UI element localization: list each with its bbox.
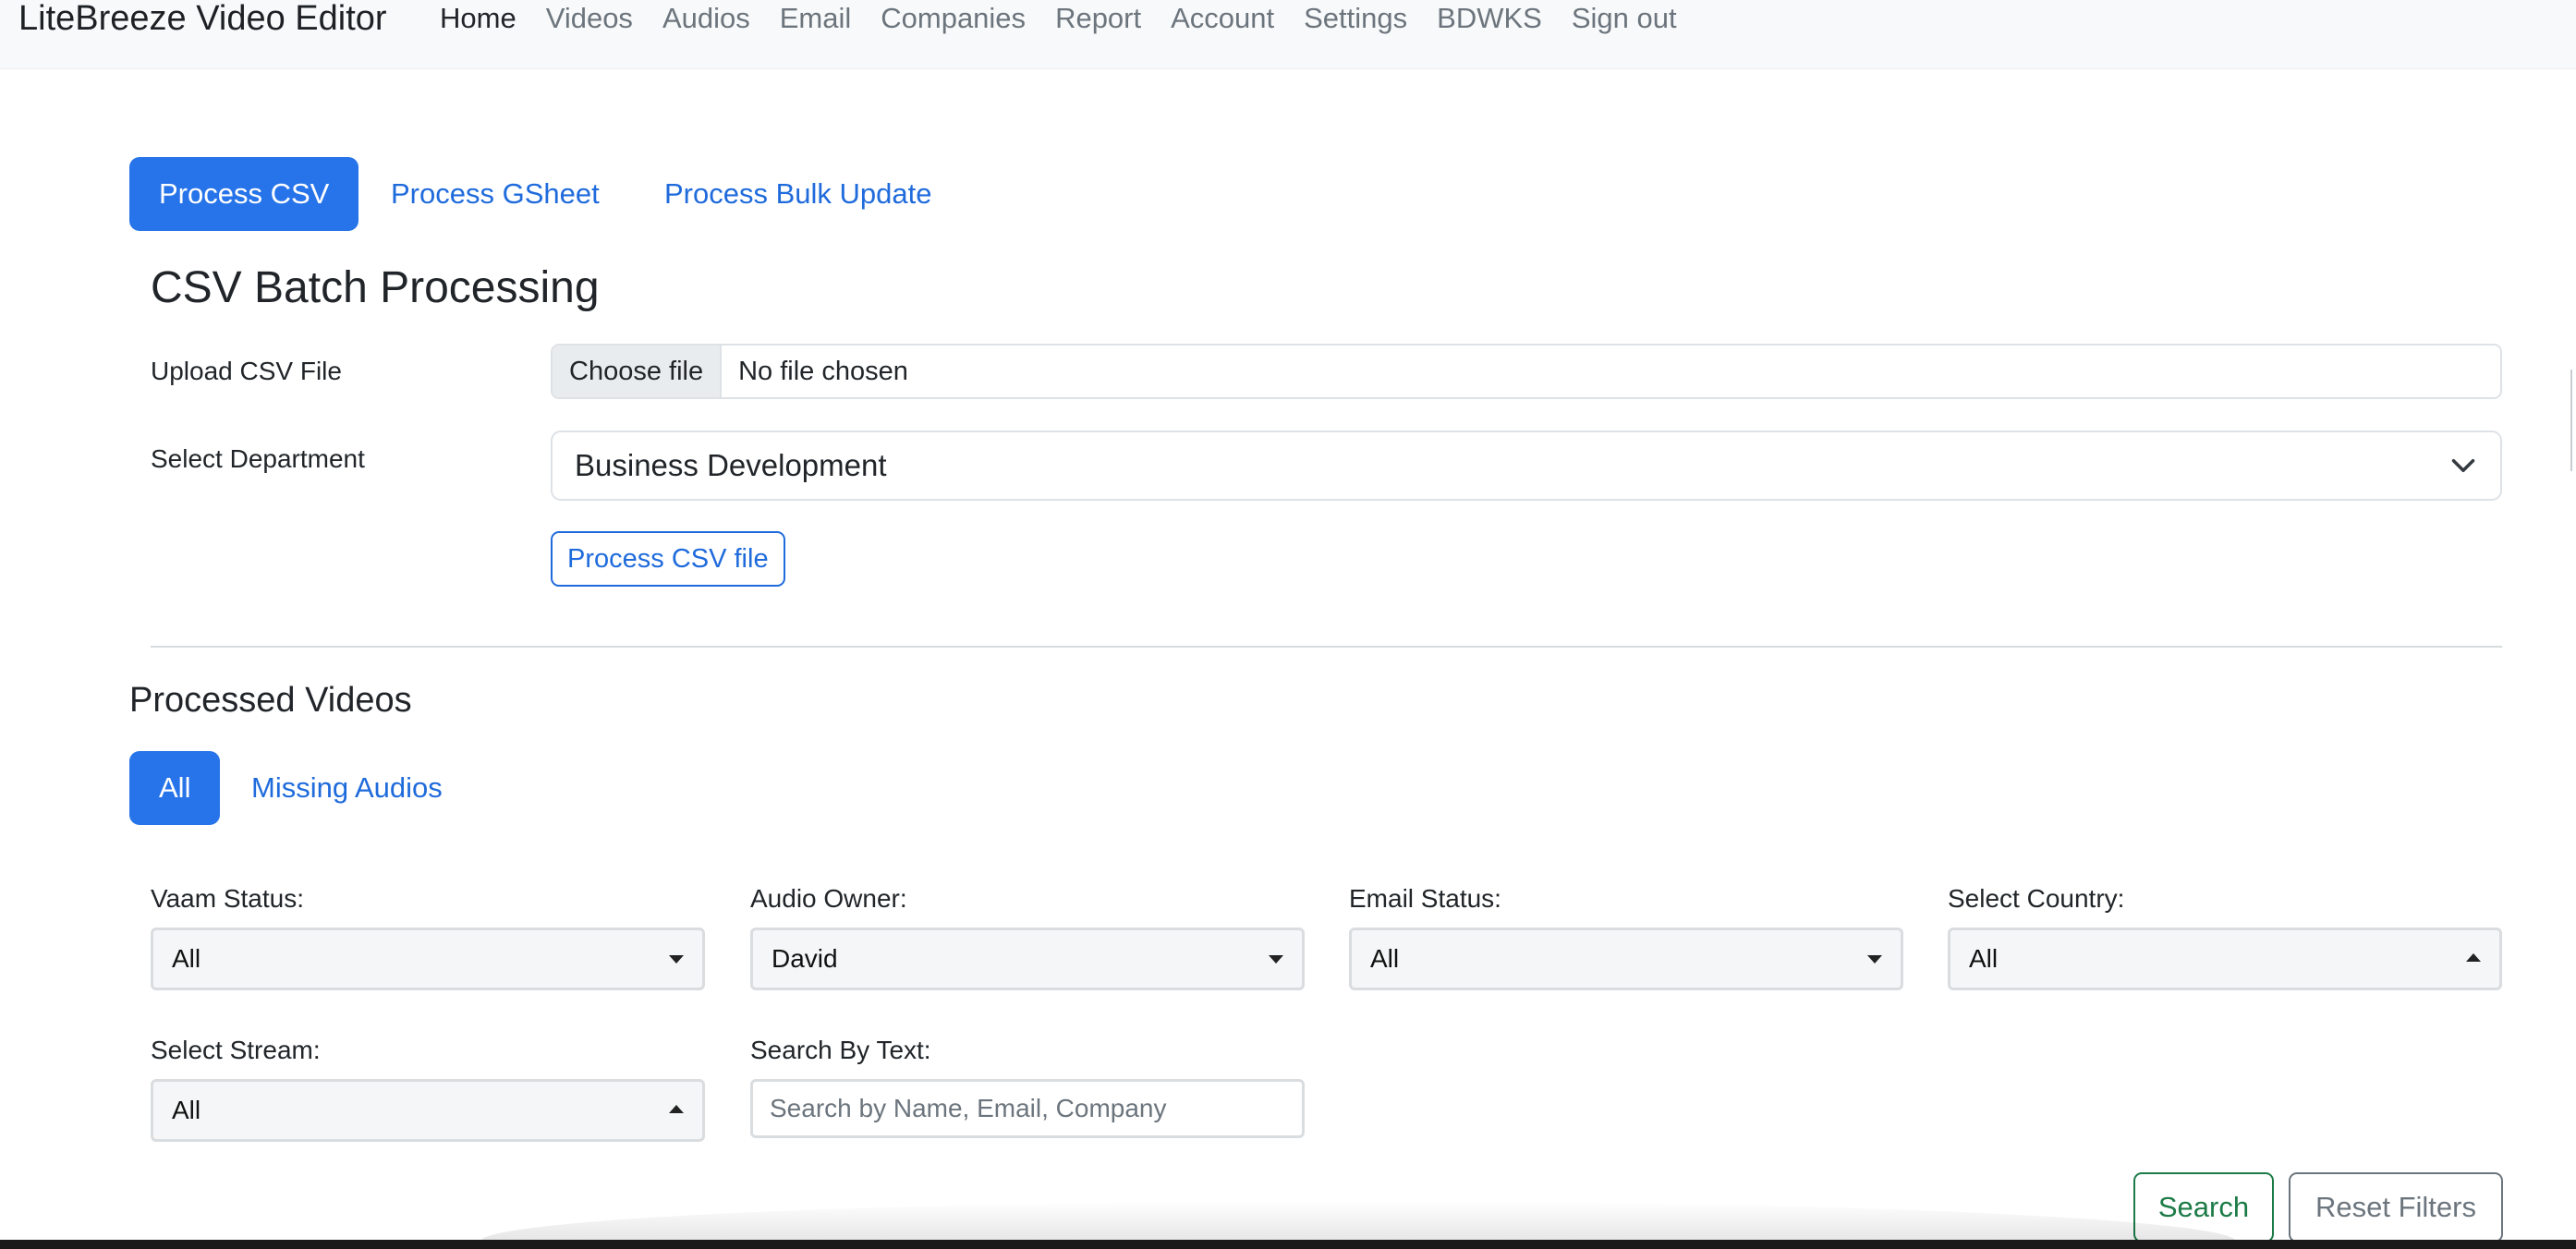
nav-report[interactable]: Report: [1055, 0, 1141, 37]
nav-sign-out[interactable]: Sign out: [1572, 0, 1677, 37]
vaam-status-value: All: [172, 944, 201, 973]
nav-audios[interactable]: Audios: [662, 0, 750, 37]
chevron-down-icon: [2451, 459, 2475, 472]
top-navbar: LiteBreeze Video Editor Home Videos Audi…: [0, 0, 2576, 69]
caret-down-icon: [1269, 955, 1283, 964]
nav-email[interactable]: Email: [780, 0, 852, 37]
nav-bdwks[interactable]: BDWKS: [1437, 0, 1542, 37]
email-status-select[interactable]: All: [1349, 928, 1903, 990]
caret-up-icon: [669, 1105, 684, 1113]
tab-process-gsheet[interactable]: Process GSheet: [391, 157, 600, 231]
csv-file-input[interactable]: Choose file No file chosen: [551, 344, 2502, 399]
audio-owner-select[interactable]: David: [750, 928, 1305, 990]
stream-value: All: [172, 1096, 201, 1124]
search-text-label: Search By Text:: [750, 1036, 931, 1064]
tab-process-bulk-update[interactable]: Process Bulk Update: [664, 157, 931, 231]
email-status-label: Email Status:: [1349, 884, 1501, 913]
vaam-status-select[interactable]: All: [151, 928, 705, 990]
country-select[interactable]: All: [1948, 928, 2502, 990]
audio-owner-label: Audio Owner:: [750, 884, 907, 913]
department-value: Business Development: [575, 448, 887, 482]
country-value: All: [1969, 944, 1999, 973]
nav-account[interactable]: Account: [1171, 0, 1274, 37]
tab-all[interactable]: All: [129, 751, 221, 825]
processed-videos-title: Processed Videos: [129, 681, 412, 720]
nav-videos[interactable]: Videos: [546, 0, 633, 37]
choose-file-button[interactable]: Choose file: [553, 346, 723, 397]
nav-home[interactable]: Home: [440, 0, 516, 37]
caret-up-icon: [2466, 953, 2481, 962]
audio-owner-value: David: [772, 944, 838, 973]
scrollbar-edge[interactable]: [2570, 370, 2576, 471]
tab-process-csv[interactable]: Process CSV: [129, 157, 359, 231]
scroll-shadow: [480, 1201, 2236, 1242]
reset-filters-button[interactable]: Reset Filters: [2289, 1172, 2503, 1243]
caret-down-icon: [1867, 955, 1882, 964]
email-status-value: All: [1370, 944, 1400, 973]
brand-title[interactable]: LiteBreeze Video Editor: [18, 0, 387, 37]
vaam-status-label: Vaam Status:: [151, 884, 305, 913]
nav-links: Home Videos Audios Email Companies Repor…: [440, 0, 1677, 37]
department-select[interactable]: Business Development: [551, 430, 2502, 501]
country-label: Select Country:: [1948, 884, 2125, 913]
csv-section-title: CSV Batch Processing: [151, 263, 600, 312]
caret-down-icon: [669, 955, 684, 964]
tab-missing-audios[interactable]: Missing Audios: [251, 751, 443, 825]
upload-csv-label: Upload CSV File: [151, 357, 342, 385]
nav-companies[interactable]: Companies: [881, 0, 1026, 37]
search-text-input[interactable]: [750, 1079, 1305, 1138]
file-name-text: No file chosen: [738, 357, 908, 386]
section-divider: [151, 646, 2502, 648]
process-csv-file-button[interactable]: Process CSV file: [551, 531, 785, 587]
stream-select[interactable]: All: [151, 1079, 705, 1142]
department-label: Select Department: [151, 444, 365, 473]
window-bottom-edge: [0, 1240, 2576, 1249]
stream-label: Select Stream:: [151, 1036, 321, 1064]
nav-settings[interactable]: Settings: [1304, 0, 1407, 37]
